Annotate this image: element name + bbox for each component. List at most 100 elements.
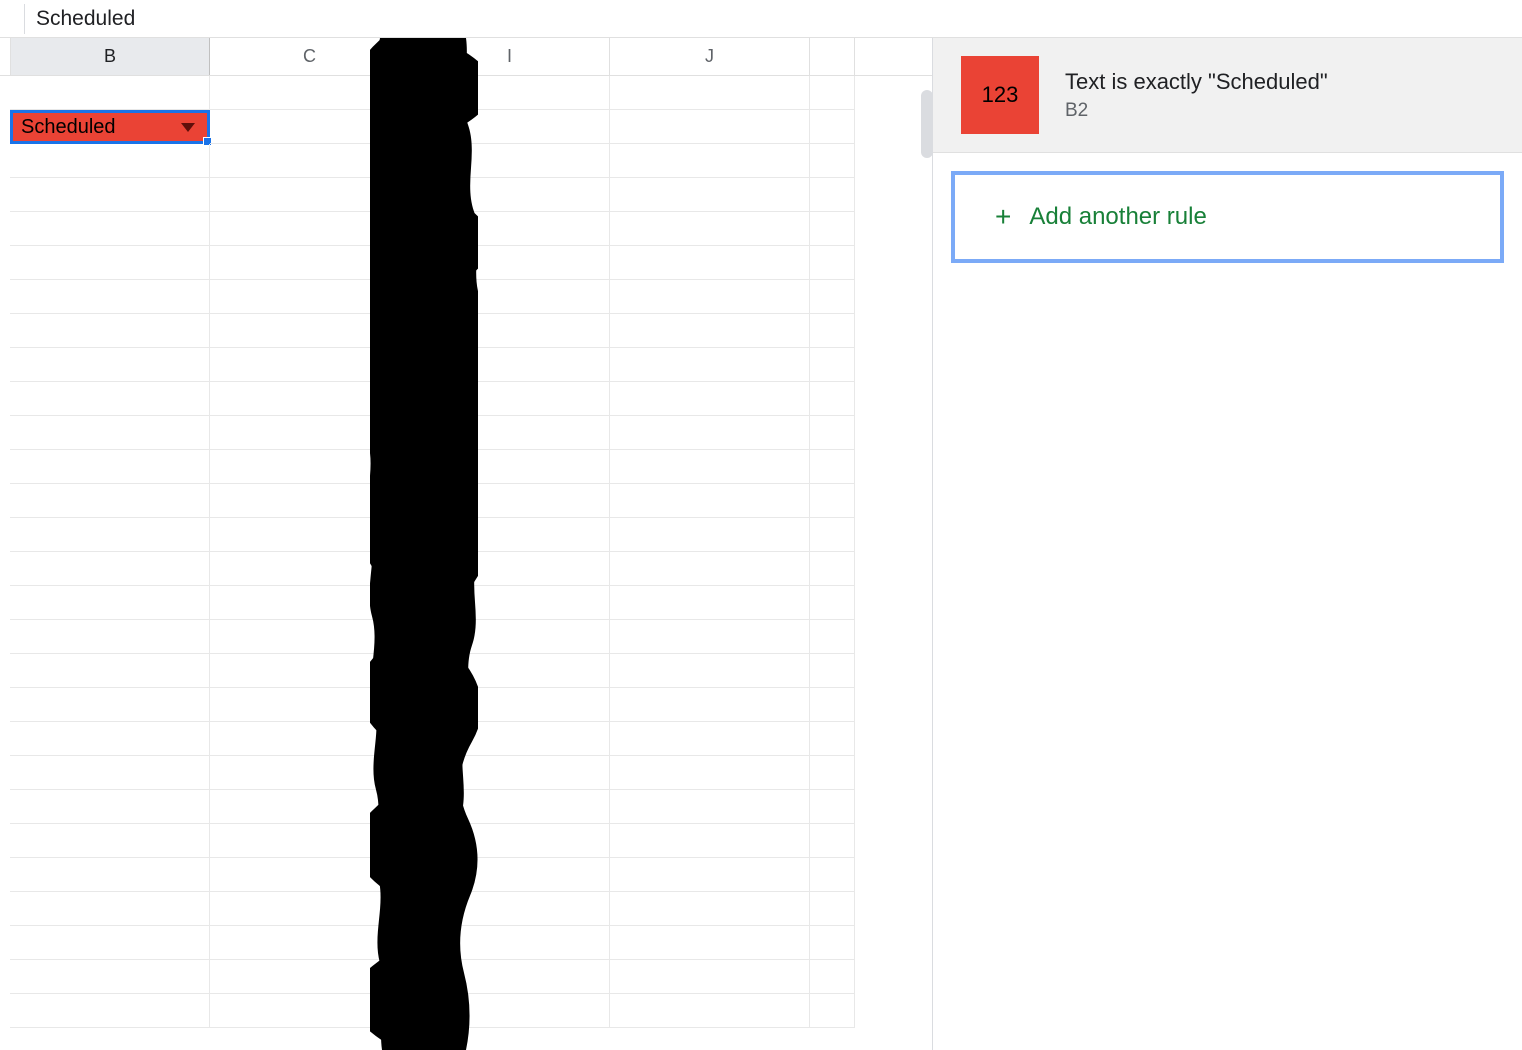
spreadsheet-area[interactable]: B C I J Scheduled [0, 38, 932, 1050]
cell[interactable] [610, 348, 810, 382]
cell[interactable] [210, 144, 410, 178]
cell[interactable] [410, 518, 610, 552]
cell[interactable] [410, 212, 610, 246]
cell[interactable] [810, 382, 855, 416]
cell[interactable] [10, 382, 210, 416]
cell[interactable] [10, 450, 210, 484]
cell[interactable] [810, 858, 855, 892]
cell[interactable] [210, 552, 410, 586]
cell[interactable] [610, 756, 810, 790]
cell[interactable] [10, 960, 210, 994]
cell[interactable] [610, 994, 810, 1028]
cell[interactable] [610, 552, 810, 586]
cell[interactable] [810, 994, 855, 1028]
cell[interactable] [810, 688, 855, 722]
cell[interactable] [810, 314, 855, 348]
cell[interactable] [410, 756, 610, 790]
cell-b2-selected[interactable]: Scheduled [10, 110, 210, 144]
cell[interactable] [10, 688, 210, 722]
cell[interactable] [10, 76, 210, 110]
cell[interactable] [610, 518, 810, 552]
cell[interactable] [810, 756, 855, 790]
cell[interactable] [210, 756, 410, 790]
cell[interactable] [410, 348, 610, 382]
cell[interactable] [810, 450, 855, 484]
cell[interactable] [210, 926, 410, 960]
cell[interactable] [610, 688, 810, 722]
cell[interactable] [610, 280, 810, 314]
cell[interactable] [410, 552, 610, 586]
cell[interactable] [10, 892, 210, 926]
cell[interactable] [610, 246, 810, 280]
cell[interactable] [410, 926, 610, 960]
cell[interactable] [210, 518, 410, 552]
cell[interactable] [610, 654, 810, 688]
cell[interactable] [610, 314, 810, 348]
cell[interactable] [10, 858, 210, 892]
column-header-partial[interactable] [810, 38, 855, 75]
formula-bar[interactable]: Scheduled [0, 0, 1522, 38]
cell[interactable] [10, 824, 210, 858]
cell[interactable] [210, 722, 410, 756]
cell[interactable] [410, 790, 610, 824]
cell[interactable] [610, 620, 810, 654]
cell[interactable] [210, 314, 410, 348]
cell[interactable] [610, 416, 810, 450]
cell[interactable] [410, 76, 610, 110]
scrollbar-thumb[interactable] [921, 90, 933, 158]
cell[interactable] [810, 246, 855, 280]
cell[interactable] [810, 280, 855, 314]
cell[interactable] [210, 586, 410, 620]
cell[interactable] [810, 552, 855, 586]
cell[interactable] [210, 246, 410, 280]
cell[interactable] [210, 790, 410, 824]
cell[interactable] [10, 484, 210, 518]
cell[interactable] [610, 450, 810, 484]
cell[interactable] [210, 858, 410, 892]
cell[interactable] [410, 960, 610, 994]
cell[interactable] [210, 960, 410, 994]
cell[interactable] [10, 994, 210, 1028]
cell[interactable] [10, 756, 210, 790]
cell[interactable] [10, 212, 210, 246]
cell[interactable] [810, 178, 855, 212]
cell[interactable] [810, 110, 855, 144]
cell[interactable] [410, 382, 610, 416]
column-header-c[interactable]: C [210, 38, 410, 75]
cell[interactable] [10, 552, 210, 586]
cell[interactable] [10, 722, 210, 756]
cell[interactable] [210, 994, 410, 1028]
cell[interactable] [410, 858, 610, 892]
cell[interactable] [10, 620, 210, 654]
dropdown-icon[interactable] [181, 123, 195, 132]
cell[interactable] [210, 280, 410, 314]
cell[interactable] [210, 348, 410, 382]
cell[interactable] [10, 518, 210, 552]
cell[interactable] [410, 450, 610, 484]
cell[interactable] [810, 484, 855, 518]
cell[interactable] [610, 212, 810, 246]
conditional-format-rule[interactable]: 123 Text is exactly "Scheduled" B2 [933, 38, 1522, 153]
add-another-rule-button[interactable]: + Add another rule [951, 171, 1504, 263]
cell[interactable] [410, 688, 610, 722]
cell[interactable] [10, 348, 210, 382]
cell[interactable] [410, 110, 610, 144]
cell[interactable] [410, 178, 610, 212]
column-header-b[interactable]: B [10, 38, 210, 75]
cell[interactable] [10, 178, 210, 212]
cell[interactable] [610, 382, 810, 416]
cell[interactable] [610, 790, 810, 824]
column-header-i[interactable]: I [410, 38, 610, 75]
cell[interactable] [210, 178, 410, 212]
cell[interactable] [410, 994, 610, 1028]
cell[interactable] [410, 144, 610, 178]
cell[interactable] [810, 212, 855, 246]
cell[interactable] [10, 926, 210, 960]
cell[interactable] [410, 246, 610, 280]
cell[interactable] [410, 416, 610, 450]
cell[interactable] [810, 790, 855, 824]
cell[interactable] [210, 450, 410, 484]
cell[interactable] [10, 144, 210, 178]
cell[interactable] [410, 654, 610, 688]
cell[interactable] [610, 110, 810, 144]
